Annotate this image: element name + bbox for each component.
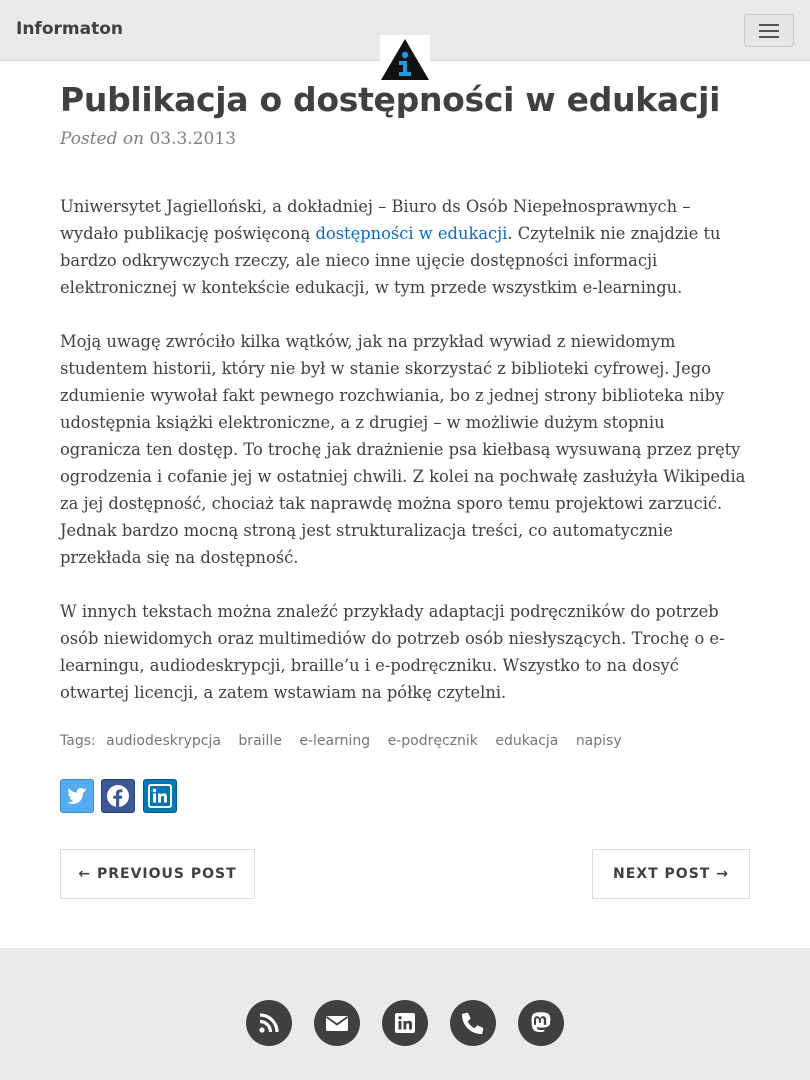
previous-post-button[interactable]: ← PREVIOUS POST	[60, 849, 255, 899]
info-triangle-logo[interactable]	[380, 35, 430, 82]
tag-e-podrecznik[interactable]: e-podręcznik	[388, 733, 478, 749]
rss-button[interactable]	[246, 1000, 292, 1046]
post-meta: Posted on 03.3.2013	[60, 129, 750, 149]
facebook-icon	[107, 785, 130, 807]
linkedin-icon	[147, 784, 172, 808]
paragraph-1: Uniwersytet Jagielloński, a dokładniej –…	[60, 193, 750, 301]
tag-braille[interactable]: braille	[238, 733, 282, 749]
hamburger-line	[759, 30, 779, 32]
envelope-icon	[325, 1016, 349, 1031]
mastodon-button[interactable]	[518, 1000, 564, 1046]
twitter-icon	[67, 787, 87, 804]
share-linkedin-button[interactable]	[142, 779, 177, 813]
mastodon-icon	[531, 1012, 551, 1033]
phone-icon	[462, 1012, 484, 1034]
brand-link[interactable]: Informaton	[16, 19, 123, 39]
post-body: Uniwersytet Jagielloński, a dokładniej –…	[60, 193, 750, 706]
rss-icon	[259, 1013, 279, 1033]
share-facebook-button[interactable]	[101, 779, 136, 813]
paragraph-3: W innych tekstach można znaleźć przykład…	[60, 602, 725, 702]
post: Publikacja o dostępności w edukacji Post…	[60, 80, 750, 813]
tag-audiodeskrypcja[interactable]: audiodeskrypcja	[106, 733, 221, 749]
tags-label: Tags:	[60, 733, 96, 749]
tags: Tags: audiodeskrypcja braille e-learning…	[60, 733, 750, 749]
post-title: Publikacja o dostępności w edukacji	[60, 80, 721, 119]
hamburger-menu-icon	[759, 24, 779, 26]
footer	[0, 948, 810, 1080]
tag-napisy[interactable]: napisy	[576, 733, 622, 749]
accessibility-in-education-link[interactable]: dostępności w edukacji	[315, 224, 507, 243]
menu-toggle-button[interactable]	[744, 14, 794, 47]
tag-edukacja[interactable]: edukacja	[495, 733, 558, 749]
email-button[interactable]	[314, 1000, 360, 1046]
paragraph-2: Moją uwagę zwróciło kilka wątków, jak na…	[60, 332, 746, 567]
phone-button[interactable]	[450, 1000, 496, 1046]
post-date: 03.3.2013	[149, 129, 237, 149]
hamburger-line	[759, 36, 779, 38]
share-buttons	[60, 779, 750, 813]
share-twitter-button[interactable]	[60, 779, 94, 813]
posted-on-label: Posted on	[60, 129, 145, 149]
next-post-button[interactable]: NEXT POST →	[592, 849, 750, 899]
linkedin-profile-button[interactable]	[382, 1000, 428, 1046]
tag-e-learning[interactable]: e-learning	[299, 733, 370, 749]
linkedin-icon	[395, 1013, 415, 1033]
